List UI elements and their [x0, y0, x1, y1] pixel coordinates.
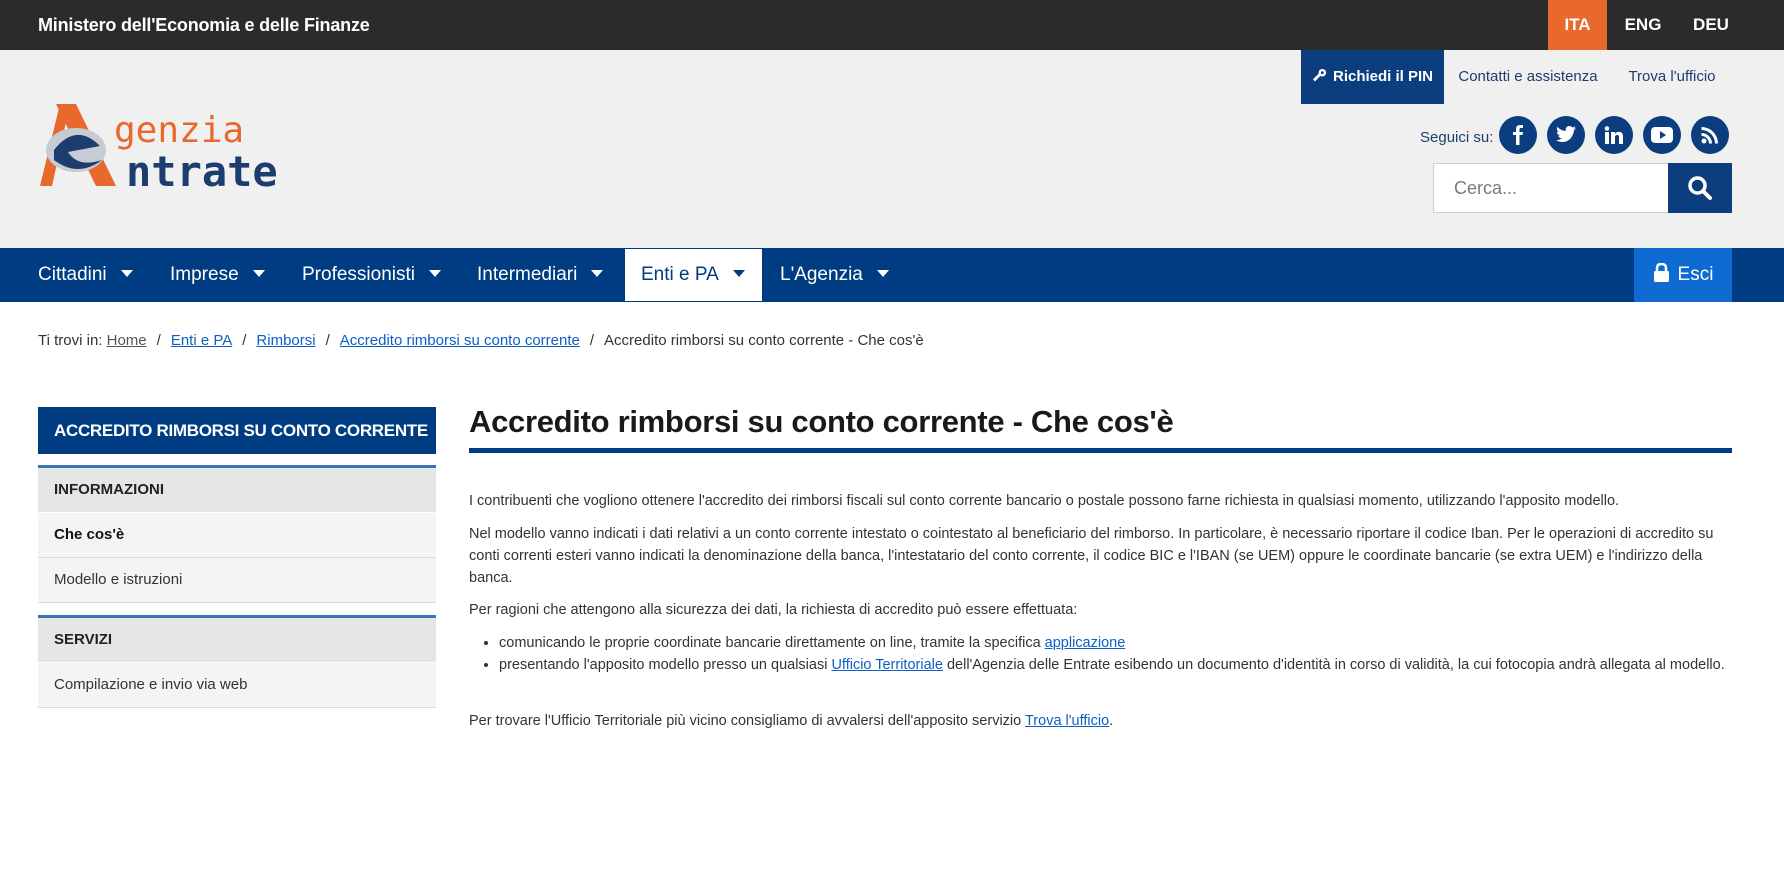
contacts-link[interactable]: Contatti e assistenza	[1444, 50, 1612, 104]
sidebar-item-modello[interactable]: Modello e istruzioni	[38, 558, 436, 603]
lang-deu[interactable]: DEU	[1678, 0, 1744, 50]
caret-down-icon	[120, 270, 133, 277]
sidebar-section-informazioni: INFORMAZIONI	[38, 465, 436, 512]
sidebar-item-compilazione[interactable]: Compilazione e invio via web	[38, 663, 436, 708]
follow-label: Seguici su:	[1420, 129, 1494, 146]
breadcrumb-accredito[interactable]: Accredito rimborsi su conto corrente	[340, 332, 580, 349]
breadcrumb-rimborsi[interactable]: Rimborsi	[256, 332, 315, 349]
key-icon	[1312, 52, 1327, 106]
nav-cittadini[interactable]: Cittadini	[22, 248, 170, 302]
nav-label: Enti e PA	[641, 264, 719, 285]
caret-down-icon	[252, 270, 265, 277]
nav-label: Imprese	[170, 264, 239, 285]
caret-down-icon	[591, 270, 604, 277]
youtube-icon[interactable]	[1643, 116, 1681, 154]
search-icon	[1688, 176, 1712, 200]
paragraph-text: Per trovare l'Ufficio Territoriale più v…	[469, 713, 1025, 729]
nav-agenzia[interactable]: L'Agenzia	[764, 248, 900, 302]
nav-intermediari[interactable]: Intermediari	[461, 248, 621, 302]
lang-ita[interactable]: ITA	[1548, 0, 1607, 50]
nav-enti-pa[interactable]: Enti e PA	[625, 249, 762, 301]
paragraph-details: Nel modello vanno indicati i dati relati…	[469, 526, 1714, 586]
paragraph-end: .	[1109, 713, 1114, 729]
list-item: comunicando le proprie coordinate bancar…	[499, 632, 1732, 654]
search-input[interactable]: Cerca...	[1433, 163, 1669, 213]
nav-label: Professionisti	[302, 264, 415, 285]
paragraph-find-office: Per trovare l'Ufficio Territoriale più v…	[469, 710, 1732, 732]
nav-professionisti[interactable]: Professionisti	[286, 248, 456, 302]
ministry-bar: Ministero dell'Economia e delle Finanze …	[0, 0, 1784, 50]
caret-down-icon	[429, 270, 441, 277]
applicazione-link[interactable]: applicazione	[1045, 635, 1126, 651]
ufficio-territoriale-link[interactable]: Ufficio Territoriale	[831, 657, 942, 673]
trova-ufficio-link[interactable]: Trova l'ufficio	[1025, 713, 1109, 729]
logout-label: Esci	[1677, 264, 1714, 285]
breadcrumb-current: Accredito rimborsi su conto corrente - C…	[604, 332, 924, 349]
agenzia-entrate-logo[interactable]: genzia ntrate	[38, 102, 318, 190]
site-header: genzia ntrate Richiedi il PIN Contatti e…	[0, 50, 1784, 248]
logout-button[interactable]: Esci	[1634, 248, 1732, 302]
caret-down-icon	[732, 270, 745, 277]
nav-imprese[interactable]: Imprese	[154, 248, 284, 302]
paragraph-intro: I contribuenti che vogliono ottenere l'a…	[469, 493, 1620, 509]
sidebar-item-che-cose[interactable]: Che cos'è	[38, 513, 436, 558]
sidebar-title[interactable]: ACCREDITO RIMBORSI SU CONTO CORRENTE	[38, 407, 436, 454]
breadcrumb-home[interactable]: Home	[107, 332, 147, 349]
list-item-text: dell'Agenzia delle Entrate esibendo un d…	[942, 657, 1725, 673]
twitter-icon[interactable]	[1547, 116, 1585, 154]
options-list: comunicando le proprie coordinate bancar…	[469, 632, 1732, 676]
lang-eng[interactable]: ENG	[1610, 0, 1676, 50]
request-pin-label: Richiedi il PIN	[1332, 68, 1434, 85]
logo-top-text: genzia	[114, 110, 244, 151]
breadcrumb-prefix: Ti trovi in:	[38, 332, 103, 349]
paragraph-security: Per ragioni che attengono alla sicurezza…	[469, 602, 1078, 618]
caret-down-icon	[876, 270, 889, 277]
find-office-link[interactable]: Trova l'ufficio	[1612, 50, 1732, 104]
request-pin-button[interactable]: Richiedi il PIN	[1301, 50, 1444, 104]
breadcrumb: Ti trovi in: Home / Enti e PA / Rimborsi / Acc…	[38, 332, 924, 349]
nav-label: Cittadini	[38, 264, 107, 285]
nav-label: L'Agenzia	[780, 264, 863, 285]
list-item: presentando l'apposito modello presso un…	[499, 654, 1732, 676]
list-item-text: comunicando le proprie coordinate bancar…	[499, 635, 1045, 651]
main-navigation: Cittadini Imprese Professionisti Interme…	[0, 248, 1784, 302]
logo-bottom-text: ntrate	[126, 147, 278, 190]
nav-label: Intermediari	[477, 264, 578, 285]
sidebar-section-servizi: SERVIZI	[38, 615, 436, 662]
lock-icon	[1653, 262, 1669, 282]
list-item-text: presentando l'apposito modello presso un…	[499, 657, 832, 673]
facebook-icon[interactable]	[1499, 116, 1537, 154]
linkedin-icon[interactable]	[1595, 116, 1633, 154]
breadcrumb-enti-pa[interactable]: Enti e PA	[171, 332, 232, 349]
ministry-name[interactable]: Ministero dell'Economia e delle Finanze	[38, 0, 370, 50]
rss-icon[interactable]	[1691, 116, 1729, 154]
page-title: Accredito rimborsi su conto corrente - C…	[469, 404, 1732, 453]
search-button[interactable]	[1668, 163, 1732, 213]
